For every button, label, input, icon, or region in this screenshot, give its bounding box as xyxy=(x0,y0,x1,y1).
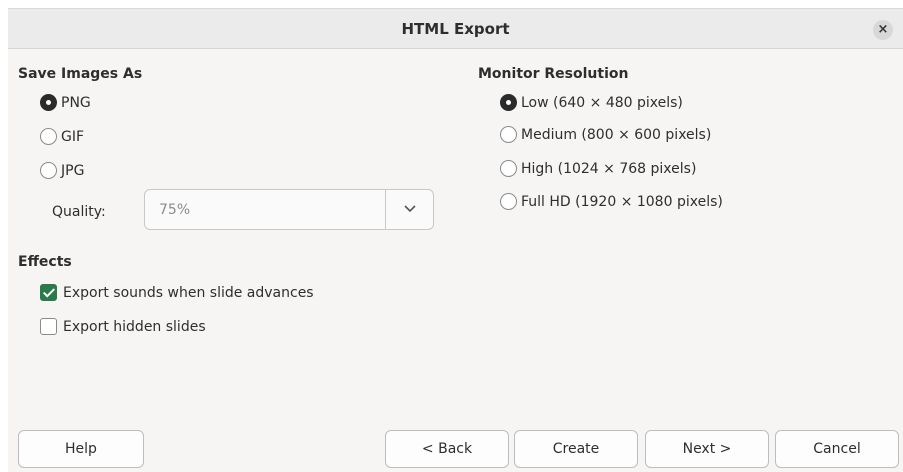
radio-indicator xyxy=(500,94,517,111)
html-export-dialog: HTML Export × Save Images As PNG GIF JPG… xyxy=(8,8,903,472)
checkbox-export-hidden-slides[interactable]: Export hidden slides xyxy=(40,318,206,335)
radio-fullhd-resolution[interactable]: Full HD (1920 × 1080 pixels) xyxy=(500,193,723,210)
checkbox-indicator xyxy=(40,284,57,301)
next-button[interactable]: Next > xyxy=(645,430,769,468)
close-button[interactable]: × xyxy=(873,20,893,40)
radio-indicator xyxy=(500,193,517,210)
radio-indicator xyxy=(40,94,57,111)
checkbox-export-hidden-label: Export hidden slides xyxy=(63,318,206,335)
close-icon: × xyxy=(877,22,889,37)
radio-gif-label: GIF xyxy=(61,128,85,145)
dialog-title: HTML Export xyxy=(401,20,510,38)
checkbox-indicator xyxy=(40,318,57,335)
checkbox-export-sounds[interactable]: Export sounds when slide advances xyxy=(40,284,314,301)
radio-low-label: Low (640 × 480 pixels) xyxy=(521,94,683,111)
radio-jpg-label: JPG xyxy=(61,162,85,179)
title-bar: HTML Export × xyxy=(8,9,903,49)
radio-high-label: High (1024 × 768 pixels) xyxy=(521,160,697,177)
quality-combobox[interactable]: 75% xyxy=(144,189,434,230)
monitor-resolution-heading: Monitor Resolution xyxy=(478,66,629,82)
radio-fullhd-label: Full HD (1920 × 1080 pixels) xyxy=(521,193,723,210)
chevron-down-icon[interactable] xyxy=(386,190,433,229)
radio-indicator xyxy=(40,128,57,145)
radio-high-resolution[interactable]: High (1024 × 768 pixels) xyxy=(500,160,696,177)
quality-label: Quality: xyxy=(52,204,106,220)
radio-png[interactable]: PNG xyxy=(40,94,91,111)
effects-heading: Effects xyxy=(18,254,72,270)
cancel-button[interactable]: Cancel xyxy=(775,430,899,468)
radio-medium-resolution[interactable]: Medium (800 × 600 pixels) xyxy=(500,126,711,143)
radio-indicator xyxy=(40,162,57,179)
radio-gif[interactable]: GIF xyxy=(40,128,84,145)
radio-indicator xyxy=(500,160,517,177)
save-images-heading: Save Images As xyxy=(18,66,143,82)
back-button[interactable]: < Back xyxy=(385,430,509,468)
create-button[interactable]: Create xyxy=(514,430,638,468)
help-button[interactable]: Help xyxy=(18,430,144,468)
radio-indicator xyxy=(500,126,517,143)
checkbox-export-sounds-label: Export sounds when slide advances xyxy=(63,284,314,301)
radio-jpg[interactable]: JPG xyxy=(40,162,84,179)
quality-value: 75% xyxy=(159,202,191,218)
radio-low-resolution[interactable]: Low (640 × 480 pixels) xyxy=(500,94,683,111)
radio-medium-label: Medium (800 × 600 pixels) xyxy=(521,126,712,143)
radio-png-label: PNG xyxy=(61,94,91,111)
